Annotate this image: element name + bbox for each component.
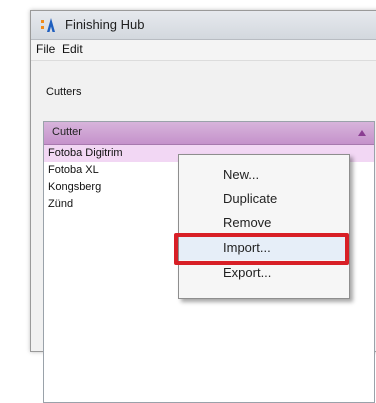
cutter-column-header[interactable]: Cutter [44, 122, 374, 145]
list-item-label: Zünd [48, 198, 74, 210]
menu-duplicate-label: Duplicate [223, 191, 278, 206]
menu-new-label: New... [223, 167, 260, 182]
menu-remove-label: Remove [223, 215, 272, 230]
list-item-label: Fotoba XL [48, 164, 99, 176]
menu-file[interactable]: File [36, 42, 55, 56]
list-item-label: Kongsberg [48, 181, 102, 193]
app-logo-icon [41, 18, 55, 32]
window-title: Finishing Hub [65, 17, 145, 32]
cutter-column-label: Cutter [52, 126, 82, 138]
menu-edit[interactable]: Edit [62, 42, 83, 56]
menu-export-label: Export... [223, 265, 272, 280]
cutters-label: Cutters [46, 86, 82, 98]
title-bar: Finishing Hub [31, 11, 376, 40]
import-highlight-box [174, 233, 349, 265]
menu-new[interactable]: New... [179, 163, 349, 187]
menu-remove[interactable]: Remove [179, 211, 349, 235]
menu-duplicate[interactable]: Duplicate [179, 187, 349, 211]
menu-bar: File Edit [31, 40, 376, 61]
sort-ascending-icon[interactable] [358, 130, 366, 136]
list-item-label: Fotoba Digitrim [48, 147, 123, 159]
context-menu: New... Duplicate Remove Import... Export… [178, 154, 350, 299]
